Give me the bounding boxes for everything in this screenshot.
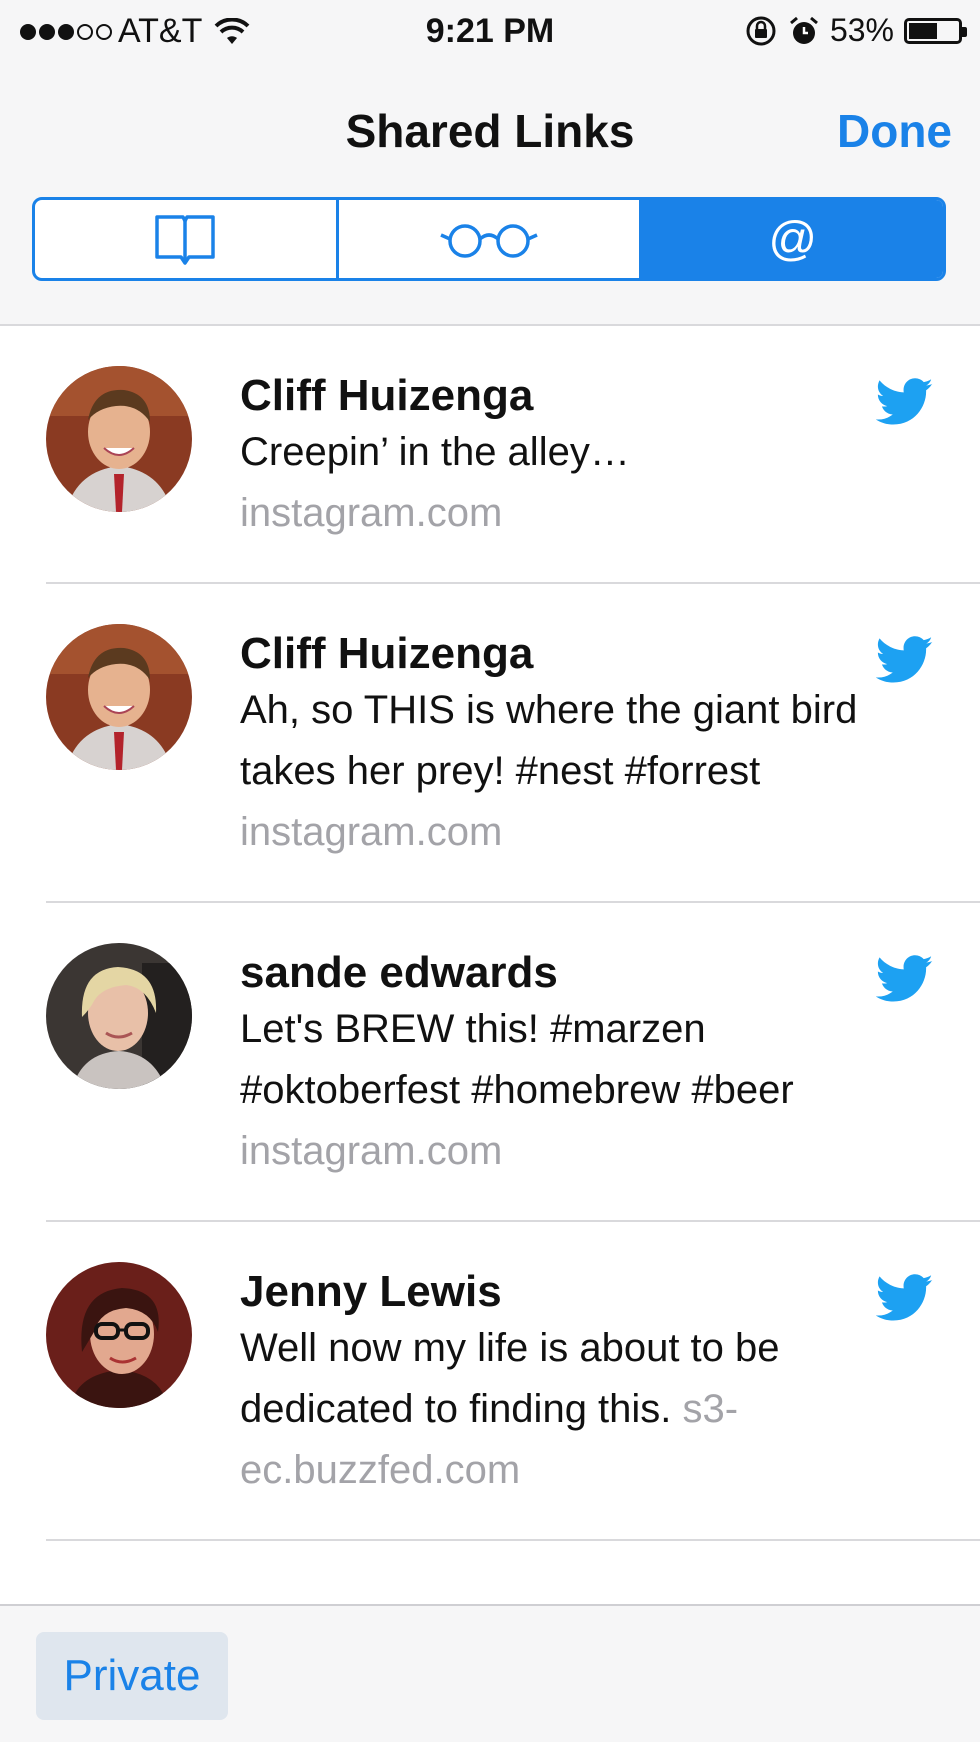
list-item[interactable]: Cliff Huizenga Ah, so THIS is where the …: [46, 584, 980, 903]
twitter-bird-icon: [876, 1274, 934, 1322]
rotation-lock-icon: [746, 16, 776, 45]
author-name: sande edwards: [240, 948, 558, 997]
link-domain: instagram.com: [240, 810, 503, 854]
twitter-bird-icon: [876, 636, 934, 684]
battery-percent: 53%: [829, 12, 894, 48]
shared-links-list: Cliff Huizenga Creepin’ in the alley… in…: [0, 326, 980, 1541]
tab-shared-links[interactable]: @: [642, 200, 943, 278]
tab-reading-list[interactable]: [339, 200, 643, 278]
done-button[interactable]: Done: [837, 104, 952, 158]
avatar: [46, 366, 192, 512]
link-message: Ah, so THIS is where the giant bird take…: [240, 688, 858, 793]
battery-icon: [904, 17, 967, 44]
private-button[interactable]: Private: [36, 1632, 228, 1720]
link-text: Well now my life is about to be dedicate…: [240, 1318, 870, 1501]
tab-bookmarks[interactable]: [35, 200, 339, 278]
author-name: Cliff Huizenga: [240, 371, 534, 420]
status-right: 53%: [744, 12, 967, 49]
avatar: [46, 624, 192, 770]
link-content: Cliff Huizenga Creepin’ in the alley… in…: [240, 326, 980, 582]
segmented-control: @: [32, 197, 946, 281]
glasses-icon: [440, 224, 538, 258]
link-content: sande edwards Let's BREW this! #marzen #…: [240, 903, 980, 1220]
link-domain: instagram.com: [240, 491, 503, 535]
link-content: Cliff Huizenga Ah, so THIS is where the …: [240, 584, 980, 901]
author-name: Cliff Huizenga: [240, 629, 534, 678]
twitter-bird-icon: [876, 378, 934, 426]
author-name: Jenny Lewis: [240, 1267, 502, 1316]
page-title: Shared Links: [345, 105, 635, 157]
at-icon: @: [768, 212, 818, 266]
link-message: Let's BREW this! #marzen #oktoberfest #h…: [240, 1007, 794, 1112]
avatar: [46, 1262, 192, 1408]
link-message: Creepin’ in the alley…: [240, 430, 630, 474]
navigation-bar: Shared Links Done @: [0, 64, 980, 326]
list-item[interactable]: Cliff Huizenga Creepin’ in the alley… in…: [46, 326, 980, 584]
bottom-toolbar: Private: [0, 1604, 980, 1742]
link-content: Jenny Lewis Well now my life is about to…: [240, 1222, 980, 1539]
alarm-icon: [789, 16, 818, 44]
book-icon: [155, 215, 216, 265]
link-text: Ah, so THIS is where the giant bird take…: [240, 680, 870, 863]
twitter-bird-icon: [876, 955, 934, 1003]
status-bar: AT&T 9:21 PM 53%: [0, 0, 980, 64]
list-item[interactable]: Jenny Lewis Well now my life is about to…: [46, 1222, 980, 1541]
link-domain: instagram.com: [240, 1129, 503, 1173]
list-item[interactable]: sande edwards Let's BREW this! #marzen #…: [46, 903, 980, 1222]
link-text: Creepin’ in the alley…: [240, 422, 870, 483]
avatar: [46, 943, 192, 1089]
link-text: Let's BREW this! #marzen #oktoberfest #h…: [240, 999, 870, 1121]
